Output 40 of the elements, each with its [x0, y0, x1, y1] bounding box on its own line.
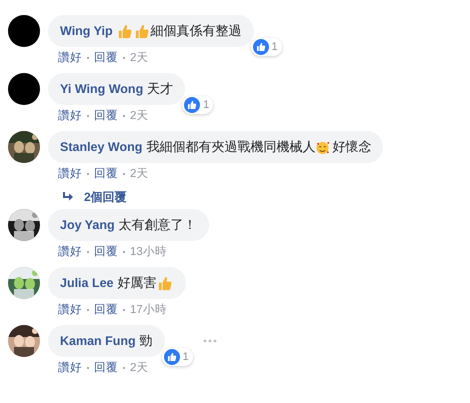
comment-text: 勁 — [140, 333, 153, 349]
avatar[interactable] — [8, 15, 40, 47]
replies-link[interactable]: 2個回覆 — [62, 190, 384, 204]
author-name[interactable]: Kaman Fung — [60, 333, 136, 349]
avatar[interactable] — [8, 73, 40, 105]
comment-text: 細個真係有整過 — [150, 23, 242, 39]
smiling-face-icon — [315, 140, 330, 154]
action-link[interactable]: 回覆 — [94, 245, 118, 259]
action-link[interactable]: 讚好 — [58, 303, 82, 317]
action-link[interactable]: 讚好 — [58, 167, 82, 181]
author-name[interactable]: Julia Lee — [60, 275, 114, 291]
comment-text: 好懷念 — [332, 139, 372, 155]
reply-arrow-icon — [62, 192, 74, 202]
action-link[interactable]: 回覆 — [94, 303, 118, 317]
comment-time[interactable]: 2天 — [130, 109, 148, 123]
thumbs-up-icon — [156, 276, 172, 290]
comment-time[interactable]: 2天 — [130, 51, 148, 65]
action-link[interactable]: 回覆 — [94, 51, 118, 65]
action-link[interactable]: 讚好 — [58, 245, 82, 259]
thumbs-up-icon — [116, 24, 132, 38]
author-name[interactable]: Joy Yang — [60, 217, 115, 233]
author-name[interactable]: Wing Yip — [60, 23, 113, 39]
action-link[interactable]: 回覆 — [94, 109, 118, 123]
comment-time[interactable]: 2天 — [130, 361, 148, 375]
action-link[interactable]: 回覆 — [94, 361, 118, 375]
like-icon — [184, 97, 200, 113]
comment-time[interactable]: 2天 — [130, 167, 148, 181]
thumbs-up-icon — [134, 24, 149, 38]
author-name[interactable]: Yi Wing Wong — [60, 81, 144, 97]
comment-text: 我細個都有夾過戰機同機械人 — [146, 139, 316, 155]
comment-text: 天才 — [147, 81, 174, 97]
like-icon — [164, 349, 180, 365]
action-link[interactable]: 讚好 — [58, 361, 82, 375]
like-icon — [252, 39, 269, 55]
action-link[interactable]: 讚好 — [58, 51, 82, 65]
comment-text: 太有創意了！ — [118, 217, 197, 233]
action-link[interactable]: 回覆 — [94, 167, 118, 181]
author-name[interactable]: Stanley Wong — [60, 139, 142, 155]
comment-text: 好厲害 — [118, 275, 156, 291]
action-link[interactable]: 讚好 — [58, 109, 82, 123]
